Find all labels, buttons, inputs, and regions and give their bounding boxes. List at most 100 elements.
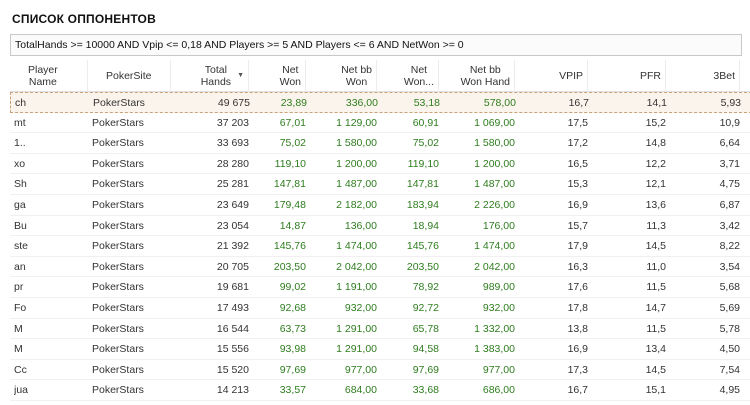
cell-hands: 17 493 (216, 302, 249, 314)
cell-site: PokerStars (92, 157, 144, 170)
cell-bet3: 6,64 (719, 137, 740, 150)
sort-desc-icon[interactable]: ▼ (237, 70, 244, 82)
cell-netwo: 60,91 (412, 116, 439, 129)
cell-netwo: 203,50 (406, 260, 439, 273)
column-header-label: 3Bet (713, 70, 735, 82)
table-row[interactable]: ga PokerStars 23 649 179,48 2 182,00 183,94 2 … (10, 195, 750, 216)
column-header-site[interactable]: PokerSite (88, 60, 171, 92)
table-row[interactable]: Cc PokerStars 15 520 97,69 977,00 97,69 977,00… (10, 360, 750, 381)
cell-pfr: 13,6 (645, 199, 666, 211)
cell-site: PokerStars (92, 199, 144, 211)
cell-vpip: 17,6 (567, 281, 588, 294)
column-header-player[interactable]: Player Name (10, 60, 88, 92)
table-row[interactable]: 1.. PokerStars 33 693 75,02 1 580,00 75,02 1 5… (10, 133, 750, 154)
cell-netbb: 1 291,00 (336, 343, 377, 356)
cell-player: M (14, 343, 23, 356)
table-row[interactable]: M PokerStars 16 544 63,73 1 291,00 65,78 1 332… (10, 319, 750, 340)
filter-input[interactable]: TotalHands >= 10000 AND Vpip <= 0,18 AND… (10, 34, 742, 56)
table-row[interactable]: ste PokerStars 21 392 145,76 1 474,00 145,76 1… (10, 236, 750, 257)
column-header-pfr[interactable]: PFR (588, 60, 666, 92)
cell-netwo: 119,10 (407, 157, 439, 170)
cell-pfr: 14,8 (645, 137, 666, 150)
column-header-label: Net bb Won (341, 64, 372, 88)
cell-player: pr (14, 281, 24, 294)
cell-player: Cc (14, 363, 27, 376)
cell-player: jua (14, 384, 29, 397)
cell-vpip: 17,3 (567, 363, 588, 376)
window-title: СПИСОК ОППОНЕНТОВ (12, 12, 156, 26)
cell-netbb: 792,00 (306, 401, 377, 405)
table-row[interactable]: an PokerStars 20 705 203,50 2 042,00 203,50 2 … (10, 257, 750, 278)
column-header-hands[interactable]: Total Hands ▼ (171, 60, 249, 92)
cell-net: 23,89 (280, 97, 307, 109)
table-row[interactable]: xo PokerStars 28 280 119,10 1 200,00 119,10 1 … (10, 154, 750, 175)
table-row[interactable]: jua PokerStars 14 213 33,57 684,00 33,68 686,0… (10, 380, 750, 401)
cell-pfr: 15,2 (645, 116, 666, 129)
cell-bet3: 5,69 (719, 302, 740, 314)
opponents-window: СПИСОК ОППОНЕНТОВ TotalHands >= 10000 AN… (0, 0, 750, 405)
column-header-label: PokerSite (106, 70, 152, 82)
column-header-bet3[interactable]: 3Bet (666, 60, 740, 92)
cell-netbbhand: 1 069,00 (474, 116, 515, 129)
cell-player: xo (14, 157, 26, 170)
cell-player: mt (14, 116, 26, 129)
cell-vpip: 15,3 (567, 178, 588, 191)
cell-netbb: 1 291,00 (336, 322, 377, 335)
table-row[interactable]: Fo PokerStars 17 493 92,68 932,00 92,72 932,00… (10, 298, 750, 319)
cell-net: 179,48 (273, 199, 306, 211)
cell-hands: 14 157 (171, 401, 249, 405)
cell-netbb: 2 182,00 (336, 199, 377, 211)
column-header-label: Net bb Won Hand (460, 64, 510, 88)
column-header-label: Player Name (28, 64, 58, 88)
cell-hands: 37 203 (216, 116, 249, 129)
cell-bet3: 4,50 (719, 343, 740, 356)
cell-netwo: 78,92 (412, 281, 439, 294)
table-row[interactable]: Sh PokerStars 25 281 147,81 1 487,00 147,81 1 … (10, 174, 750, 195)
table-row[interactable]: Bu PokerStars 23 054 14,87 136,00 18,94 176,00… (10, 216, 750, 237)
table-row[interactable]: ch PokerStars 49 675 23,89 336,00 53,18 578,00… (10, 92, 750, 113)
cell-player: Fo (14, 302, 27, 314)
column-header-netwo[interactable]: Net Won... (377, 60, 439, 92)
cell-netbbhand: 1 580,00 (474, 137, 515, 150)
cell-hands: 25 281 (216, 178, 249, 191)
cell-hands: 49 675 (217, 97, 250, 109)
column-header-net[interactable]: Net Won (249, 60, 306, 92)
table-row[interactable]: pr PokerStars 19 681 99,02 1 191,00 78,92 989,… (10, 277, 750, 298)
cell-netbb: 1 200,00 (336, 157, 377, 170)
column-header-netbb[interactable]: Net bb Won (306, 60, 377, 92)
column-header-netbbhand[interactable]: Net bb Won Hand (439, 60, 515, 92)
cell-player: 1.. (14, 137, 26, 150)
cell-player: M (14, 322, 23, 335)
cell-netbbhand: 932,00 (482, 302, 515, 314)
cell-pfr: 11,5 (646, 322, 666, 335)
cell-bet3: 10,9 (719, 116, 740, 129)
cell-vpip: 17,9 (567, 240, 588, 253)
cell-netbb: 136,00 (344, 219, 377, 232)
table-row[interactable]: M PokerStars 15 556 93,98 1 291,00 94,58 1 383… (10, 339, 750, 360)
cell-net: 75,02 (279, 137, 306, 150)
cell-netwo: 183,94 (406, 199, 439, 211)
cell-netbb: 1 191,00 (336, 281, 377, 294)
cell-pfr: 14,5 (645, 363, 666, 376)
cell-netbbhand: 977,00 (482, 363, 515, 376)
cell-netbb: 1 129,00 (336, 116, 377, 129)
cell-site: PokerStars (92, 178, 144, 191)
table-row[interactable]: mt PokerStars 37 203 67,01 1 129,00 60,91 1 06… (10, 113, 750, 134)
cell-bet3: 7,54 (719, 363, 740, 376)
cell-netbb: 1 487,00 (336, 178, 377, 191)
cell-hands: 33 693 (216, 137, 249, 150)
cell-hands: 15 556 (216, 343, 249, 356)
column-header-vpip[interactable]: VPIP (515, 60, 588, 92)
cell-site: PokerStars (92, 116, 144, 129)
cell-netbbhand: 2 226,00 (474, 199, 515, 211)
cell-pfr: 11,5 (646, 281, 666, 294)
cell-netbbhand: 578,00 (483, 97, 516, 109)
table-row[interactable]: mjPokerStars14 15781,39792,0081,39792,00… (10, 401, 750, 405)
cell-net: 97,69 (279, 363, 306, 376)
table-header: Player Name PokerSite Total Hands ▼ Net Won N… (10, 60, 750, 92)
cell-hands: 19 681 (216, 281, 249, 294)
cell-hands: 21 392 (216, 240, 249, 253)
column-header-label: Total Hands (200, 64, 232, 88)
cell-netbbhand: 1 332,00 (474, 322, 515, 335)
cell-vpip: 17,2 (567, 137, 588, 150)
